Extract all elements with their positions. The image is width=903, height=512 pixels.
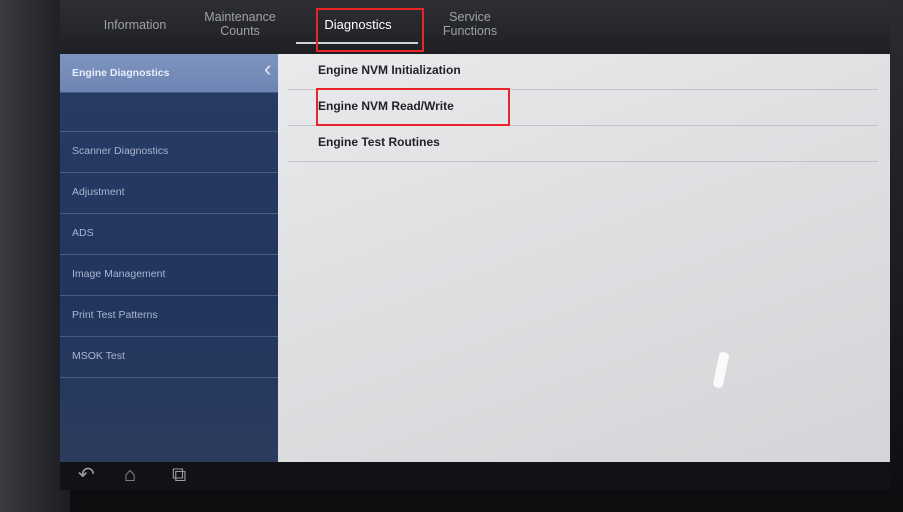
sidebar-item-blank[interactable] — [60, 93, 278, 132]
content-item-label: Engine NVM Initialization — [318, 63, 461, 77]
content-item-label: Engine Test Routines — [318, 135, 440, 149]
home-icon[interactable]: ⌂ — [124, 464, 136, 486]
sidebar-item-label: Scanner Diagnostics — [72, 145, 169, 157]
sidebar-item-label: ADS — [72, 227, 94, 239]
sidebar: Engine Diagnostics Scanner Diagnostics A… — [60, 54, 278, 462]
tab-information[interactable]: Information — [80, 18, 190, 32]
sidebar-item-engine-diagnostics[interactable]: Engine Diagnostics — [60, 54, 278, 93]
tab-service-functions[interactable]: Service Functions — [420, 10, 520, 38]
recent-apps-icon[interactable]: ⧉ — [172, 464, 186, 486]
sidebar-item-adjustment[interactable]: Adjustment — [60, 173, 278, 214]
tablet-screen: Information Maintenance Counts Diagnosti… — [60, 0, 890, 462]
sidebar-item-ads[interactable]: ADS — [60, 214, 278, 255]
tab-maintenance-counts[interactable]: Maintenance Counts — [190, 10, 290, 38]
content-item-engine-nvm-initialization[interactable]: Engine NVM Initialization — [288, 54, 878, 90]
sidebar-item-label: Engine Diagnostics — [72, 67, 170, 79]
chevron-left-icon: ‹ — [264, 56, 272, 81]
sidebar-item-print-test-patterns[interactable]: Print Test Patterns — [60, 296, 278, 337]
sidebar-item-label: MSOK Test — [72, 350, 125, 362]
sidebar-item-scanner-diagnostics[interactable]: Scanner Diagnostics — [60, 132, 278, 173]
top-tab-bar: Information Maintenance Counts Diagnosti… — [60, 0, 890, 54]
highlight-box-diagnostics-tab — [316, 8, 424, 52]
highlight-box-nvm-read-write — [316, 88, 510, 126]
sidebar-item-image-management[interactable]: Image Management — [60, 255, 278, 296]
sidebar-item-msok-test[interactable]: MSOK Test — [60, 337, 278, 378]
system-nav-bar: ↶ ⌂ ⧉ — [60, 462, 890, 490]
sidebar-item-label: Print Test Patterns — [72, 309, 158, 321]
sidebar-item-label: Image Management — [72, 268, 166, 280]
back-icon[interactable]: ↶ — [78, 464, 95, 486]
sidebar-item-label: Adjustment — [72, 186, 125, 198]
content-item-engine-test-routines[interactable]: Engine Test Routines — [288, 126, 878, 162]
